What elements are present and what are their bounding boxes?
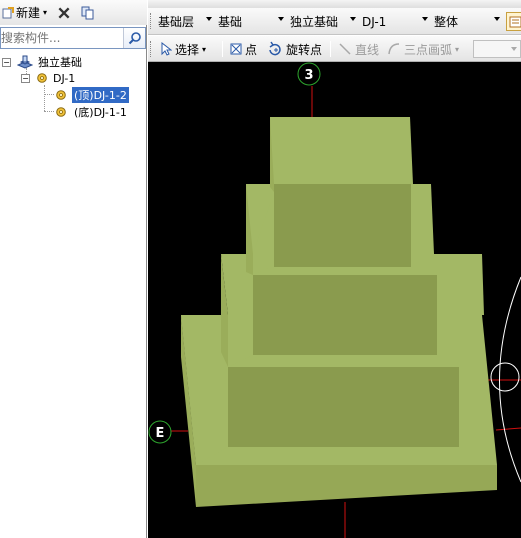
- collapse-icon[interactable]: −: [21, 73, 30, 83]
- line-icon: [339, 43, 351, 55]
- chevron-down-icon: [494, 17, 500, 21]
- rotate-point-tool-label: 旋转点: [286, 42, 323, 57]
- arc-tool-button[interactable]: 三点画弧 ▾: [387, 40, 459, 58]
- cursor-icon: [161, 42, 172, 56]
- foundation-icon: [17, 55, 33, 69]
- tree-node-root[interactable]: − 独立基础: [2, 54, 82, 70]
- toolbar-separator: [330, 41, 331, 57]
- chevron-down-icon: [206, 17, 212, 21]
- point-tool-button[interactable]: 点: [230, 40, 257, 58]
- component-list-panel: 新建 ▾ − 独立基础 −: [0, 0, 147, 538]
- gear-icon: [56, 107, 66, 117]
- axis-label-e: E: [156, 426, 165, 441]
- search-button[interactable]: [123, 28, 145, 48]
- extra-select[interactable]: [473, 40, 521, 58]
- tree-node-child[interactable]: (顶)DJ-1-2: [55, 87, 129, 103]
- new-button[interactable]: 新建 ▾: [0, 3, 49, 23]
- chevron-down-icon: [350, 17, 356, 21]
- 3d-viewport[interactable]: 3 E: [148, 62, 521, 538]
- scope-select-value: 整体: [434, 15, 459, 29]
- viewport-canvas: 3 E: [148, 62, 521, 538]
- type-select-value: 独立基础: [290, 15, 339, 29]
- chevron-down-icon: [422, 17, 428, 21]
- tree-node-group[interactable]: − DJ-1: [21, 70, 75, 86]
- tree-node-child-label: (顶)DJ-1-2: [72, 87, 129, 103]
- tree-node-child[interactable]: (底)DJ-1-1: [55, 104, 129, 120]
- axis-label-circle: [490, 362, 520, 392]
- floor-select-value: 基础层: [158, 15, 195, 29]
- floor-select[interactable]: 基础层: [156, 12, 214, 31]
- rotate-icon: [269, 41, 281, 56]
- type-select[interactable]: 独立基础: [288, 12, 358, 31]
- copy-icon[interactable]: [81, 6, 95, 20]
- select-tool-button[interactable]: 选择 ▾: [160, 40, 206, 58]
- tree-connector: [44, 94, 54, 95]
- point-tool-label: 点: [245, 42, 258, 57]
- line-tool-label: 直线: [355, 42, 380, 57]
- foundation-tier-4[interactable]: [270, 117, 413, 267]
- collapse-icon[interactable]: −: [2, 57, 11, 67]
- draw-toolbar: 选择 ▾ 点 旋转点 直线 三点画弧 ▾: [148, 36, 521, 62]
- category-select-value: 基础: [218, 15, 243, 29]
- search-box: [0, 27, 146, 49]
- new-button-label: 新建: [16, 6, 41, 20]
- arc-icon: [388, 43, 400, 55]
- axis-line-e: [495, 427, 521, 431]
- toolbar-separator: [222, 41, 223, 57]
- properties-button[interactable]: [506, 12, 521, 31]
- tree-node-group-label: DJ-1: [53, 71, 76, 85]
- rotate-point-tool-button[interactable]: 旋转点: [267, 40, 322, 58]
- toolbar-grip[interactable]: [150, 41, 153, 57]
- chevron-down-icon: ▾: [43, 8, 48, 17]
- main-area: 基础层 基础 独立基础 DJ-1 整体 选择 ▾ 点 旋转点 直线 三点画弧 ▾…: [148, 0, 521, 538]
- arc-tool-label: 三点画弧: [404, 42, 453, 57]
- point-icon: [230, 43, 242, 55]
- chevron-down-icon: ▾: [455, 44, 460, 54]
- main-toolbar-remnant: [148, 0, 521, 8]
- tree-connector: [44, 85, 45, 111]
- axis-label-3: 3: [304, 68, 313, 83]
- select-tool-label: 选择: [175, 42, 200, 57]
- chevron-down-icon: ▾: [202, 44, 207, 54]
- search-input[interactable]: [1, 29, 121, 47]
- category-select[interactable]: 基础: [216, 12, 286, 31]
- component-select-value: DJ-1: [362, 14, 387, 29]
- tree-node-child-label: (底)DJ-1-1: [74, 106, 127, 119]
- chevron-down-icon: [511, 47, 517, 51]
- gear-icon: [56, 90, 66, 100]
- scope-select[interactable]: 整体: [432, 12, 502, 31]
- chevron-down-icon: [278, 17, 284, 21]
- gear-icon: [37, 73, 47, 83]
- component-select[interactable]: DJ-1: [360, 12, 430, 31]
- tree-connector: [44, 111, 54, 112]
- tree-node-root-label: 独立基础: [38, 56, 82, 69]
- line-tool-button[interactable]: 直线: [338, 40, 379, 58]
- component-toolbar: 新建 ▾: [0, 0, 147, 25]
- properties-icon: [509, 16, 521, 28]
- toolbar-grip[interactable]: [150, 13, 153, 29]
- delete-icon[interactable]: [57, 6, 71, 20]
- search-icon: [128, 32, 141, 45]
- component-selector-bar: 基础层 基础 独立基础 DJ-1 整体: [148, 8, 521, 35]
- new-icon: [2, 6, 14, 18]
